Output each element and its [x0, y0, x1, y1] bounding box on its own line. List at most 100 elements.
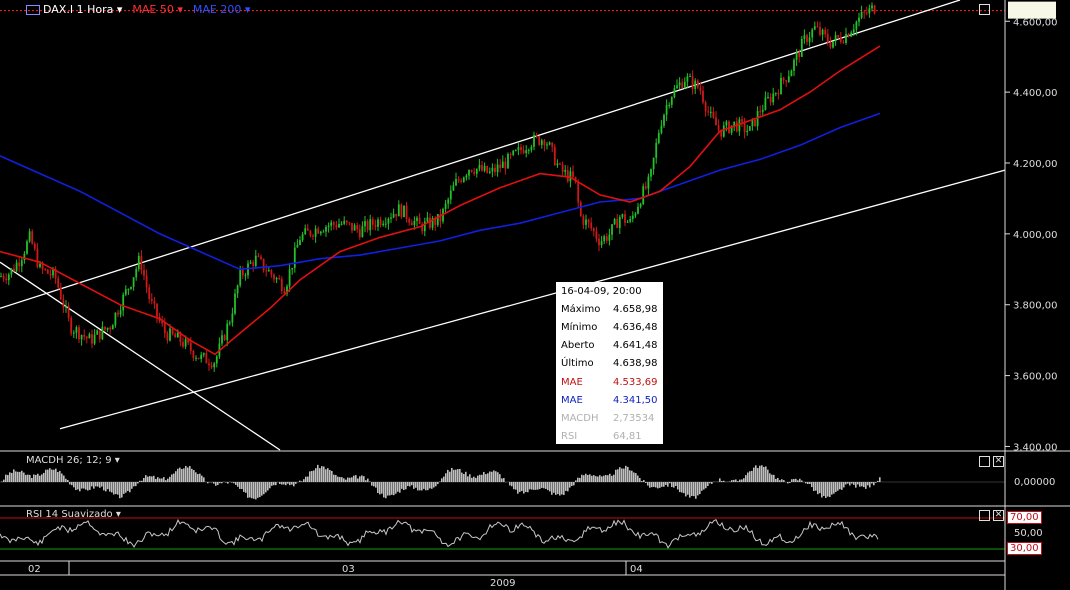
- candle-body: [504, 161, 507, 169]
- macd-bar: [83, 482, 85, 489]
- macd-bar: [43, 472, 45, 482]
- macd-bar: [87, 482, 89, 491]
- candle-body: [322, 231, 325, 233]
- macd-bar: [615, 469, 617, 482]
- macd-bar: [445, 473, 447, 482]
- macd-bar: [665, 482, 667, 485]
- candle-body: [304, 228, 307, 235]
- macd-bar: [275, 482, 277, 486]
- macd-bar: [619, 467, 621, 482]
- candle-body: [741, 119, 743, 122]
- candle-body: [681, 82, 684, 88]
- mae200-selector[interactable]: MAE 200 ▾: [193, 3, 251, 16]
- macd-bar: [23, 472, 25, 482]
- macd-bar: [39, 475, 41, 482]
- candle-body: [780, 77, 782, 95]
- candle-body: [410, 222, 413, 226]
- candle-body: [109, 327, 112, 330]
- macd-bar: [75, 482, 77, 491]
- mae50-selector[interactable]: MAE 50 ▾: [132, 3, 183, 16]
- macd-bar: [581, 474, 583, 482]
- macd-bar: [479, 474, 481, 482]
- tooltip-value: 4.533,69: [613, 376, 658, 388]
- macd-bar: [481, 474, 483, 482]
- candle-body: [564, 170, 567, 172]
- macd-bar: [221, 482, 223, 484]
- macd-bar: [843, 482, 845, 488]
- macd-bar: [45, 469, 47, 482]
- candle-body: [709, 111, 712, 113]
- macd-bar: [437, 482, 439, 485]
- maximize-macd-icon[interactable]: [979, 456, 990, 467]
- candle-body: [254, 255, 257, 266]
- macd-bar: [41, 474, 43, 482]
- candle-body: [759, 111, 762, 113]
- candle-body: [106, 327, 109, 330]
- close-macd-icon[interactable]: ✕: [993, 456, 1004, 467]
- macd-bar: [661, 482, 663, 487]
- candle-body: [67, 306, 70, 318]
- close-rsi-icon[interactable]: ✕: [993, 510, 1004, 521]
- macd-bar: [677, 482, 679, 490]
- macd-bar: [835, 482, 837, 493]
- candle-body: [236, 285, 239, 294]
- macd-bar: [345, 479, 347, 482]
- candle-body: [93, 334, 96, 344]
- macd-bar: [563, 482, 565, 495]
- macd-bar: [287, 482, 289, 484]
- macd-bar: [347, 477, 349, 482]
- macd-bar: [703, 482, 705, 490]
- candle-body: [135, 268, 138, 278]
- candle-body: [774, 92, 777, 94]
- macd-bar: [575, 480, 577, 482]
- macd-bar: [429, 482, 431, 489]
- tooltip-row: Mínimo 4.636,48: [556, 318, 663, 336]
- macd-bar: [825, 482, 827, 498]
- maximize-rsi-icon[interactable]: [979, 510, 990, 521]
- candle-body: [444, 203, 447, 209]
- candle-body: [631, 215, 634, 219]
- candle-body: [163, 323, 166, 334]
- chart-icon: [26, 5, 40, 15]
- candle-body: [314, 228, 317, 237]
- mae50-line: [0, 45, 881, 356]
- candle-body: [808, 37, 811, 42]
- macd-bar: [161, 478, 163, 482]
- candle-body: [15, 262, 18, 271]
- candle-body: [694, 80, 697, 89]
- macd-bar: [261, 482, 263, 496]
- maximize-main-icon[interactable]: [979, 4, 990, 15]
- candle-body: [603, 236, 606, 242]
- candle-body: [525, 150, 528, 154]
- symbol-selector[interactable]: DAX.I 1 Hora ▾: [26, 3, 122, 16]
- macd-bar: [313, 470, 315, 482]
- macd-bar: [495, 471, 497, 482]
- candle-body: [624, 214, 626, 223]
- macd-bar: [539, 482, 541, 489]
- chart-canvas[interactable]: 4.600,00 4.400,00 4.200,00 4.000,00 3.800,00…: [0, 0, 1070, 590]
- candle-body: [556, 163, 559, 166]
- macd-bar: [157, 477, 159, 482]
- macd-bar: [151, 476, 153, 482]
- macd-bar: [305, 476, 307, 482]
- macd-bar: [869, 482, 871, 488]
- candle-body: [858, 17, 860, 22]
- candle-body: [452, 185, 455, 191]
- macd-bar: [249, 482, 251, 498]
- tooltip-value: 4.658,98: [613, 303, 658, 315]
- candle-body: [384, 223, 387, 225]
- candle-body: [847, 33, 850, 37]
- candle-body: [5, 278, 8, 281]
- macd-bar: [93, 482, 95, 489]
- macd-bar: [159, 478, 161, 482]
- candle-body: [36, 248, 39, 267]
- macd-bar: [523, 482, 525, 494]
- x-year-label: 2009: [490, 578, 515, 589]
- macd-bar: [837, 482, 839, 491]
- macd-bar: [583, 475, 585, 482]
- tooltip-key: Último: [561, 358, 594, 370]
- macd-bar: [371, 482, 373, 486]
- candle-body: [634, 213, 637, 216]
- macd-bar: [841, 482, 843, 490]
- candle-body: [57, 278, 60, 288]
